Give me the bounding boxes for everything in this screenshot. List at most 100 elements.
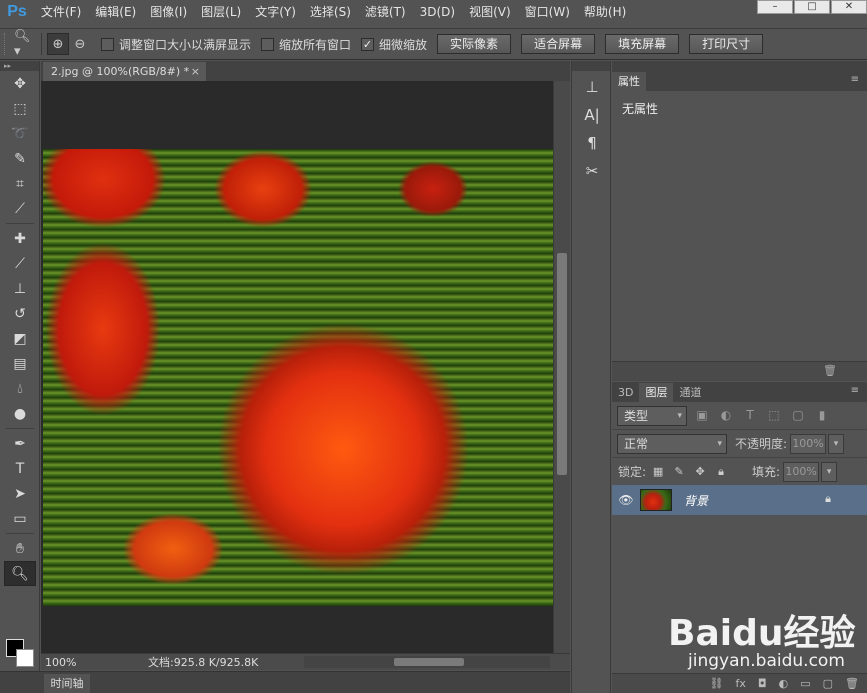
print-size-button[interactable]: 打印尺寸 (689, 34, 764, 54)
eyedropper-tool-icon[interactable]: ⟋ (4, 196, 36, 221)
gradient-tool-icon[interactable]: ▤ (4, 351, 36, 376)
minimize-button[interactable]: – (757, 0, 793, 14)
zoom-tool-preset-icon[interactable]: 🔍︎▾ (14, 29, 36, 59)
brush-tool-icon[interactable]: ⟋ (4, 251, 36, 276)
paragraph-panel-icon[interactable]: ¶ (577, 131, 607, 155)
color-swatches[interactable] (6, 635, 36, 669)
move-tool-icon[interactable]: ✥ (4, 71, 36, 96)
zoom-in-icon[interactable]: ⊕ (47, 33, 69, 55)
zoom-out-icon[interactable]: ⊖ (69, 33, 91, 55)
new-group-icon[interactable]: ▭ (800, 677, 810, 690)
menu-help[interactable]: 帮助(H) (577, 0, 633, 24)
history-brush-icon[interactable]: ↺ (4, 301, 36, 326)
fit-screen-button[interactable]: 适合屏幕 (521, 34, 596, 54)
menu-layer[interactable]: 图层(L) (194, 0, 248, 24)
type-filter-icon[interactable]: T (741, 408, 759, 424)
shape-filter-icon[interactable]: ⬚ (765, 408, 783, 424)
maximize-button[interactable]: □ (794, 0, 830, 14)
delete-layer-icon[interactable]: 🗑︎ (845, 677, 859, 690)
eraser-tool-icon[interactable]: ◩ (4, 326, 36, 351)
panel-collapse-icon[interactable] (572, 61, 610, 71)
lock-position-icon[interactable]: ✥ (691, 465, 709, 478)
checkbox-checked[interactable]: ✓ (361, 37, 375, 51)
close-button[interactable]: ✕ (831, 0, 867, 14)
filter-kind-dropdown[interactable]: 类型 ▾ (617, 405, 687, 426)
menu-edit[interactable]: 编辑(E) (88, 0, 143, 24)
clone-source-icon[interactable]: ⊥ (577, 75, 607, 99)
visibility-eye-icon[interactable]: 👁︎ (612, 493, 640, 507)
new-layer-icon[interactable]: ▢ (823, 677, 833, 690)
timeline-tab[interactable]: 时间轴 (44, 674, 90, 693)
type-tool-icon[interactable]: T (4, 456, 36, 481)
layer-mask-icon[interactable]: ◘ (758, 677, 767, 690)
document-tab-title: 2.jpg @ 100%(RGB/8#) * (51, 65, 190, 78)
actual-pixels-button[interactable]: 实际像素 (437, 34, 512, 54)
menu-filter[interactable]: 滤镜(T) (358, 0, 413, 24)
opacity-dropdown-icon[interactable]: ▾ (828, 433, 845, 454)
menu-3d[interactable]: 3D(D) (413, 0, 462, 24)
smart-object-filter-icon[interactable]: ▢ (789, 408, 807, 424)
vertical-scrollbar[interactable] (553, 81, 570, 653)
resize-windows-checkbox[interactable]: 调整窗口大小以满屏显示 (101, 36, 251, 53)
fill-dropdown-icon[interactable]: ▾ (821, 461, 838, 482)
vertical-scroll-thumb[interactable] (557, 253, 567, 475)
checkbox-box[interactable] (101, 37, 114, 51)
menu-select[interactable]: 选择(S) (303, 0, 358, 24)
zoom-level[interactable]: 100% (41, 656, 93, 669)
tab-properties[interactable]: 属性 (612, 72, 646, 91)
document-tab[interactable]: 2.jpg @ 100%(RGB/8#) * × (43, 62, 206, 81)
hand-tool-icon[interactable]: ✋︎ (4, 536, 36, 561)
background-color-swatch[interactable] (16, 649, 34, 667)
tab-layers[interactable]: 图层 (639, 383, 674, 402)
tab-channels[interactable]: 通道 (673, 383, 707, 402)
panel-collapse-icon[interactable]: ▸▸ (0, 61, 39, 71)
adjustment-filter-icon[interactable]: ◐ (717, 408, 735, 424)
menu-window[interactable]: 窗口(W) (518, 0, 577, 24)
fill-input[interactable]: 100% (783, 461, 820, 482)
canvas-area[interactable] (41, 81, 553, 653)
lock-all-icon[interactable]: 🔒︎ (712, 465, 730, 479)
adjustment-layer-icon[interactable]: ◐ (779, 677, 789, 690)
path-select-icon[interactable]: ➤ (4, 481, 36, 506)
pen-tool-icon[interactable]: ✒ (4, 431, 36, 456)
tool-presets-icon[interactable]: ✂ (577, 159, 607, 183)
options-grip[interactable] (4, 33, 10, 55)
lasso-tool-icon[interactable]: ➰ (4, 121, 36, 146)
menu-image[interactable]: 图像(I) (143, 0, 194, 24)
character-panel-icon[interactable]: A| (577, 103, 607, 127)
pixel-filter-icon[interactable]: ▣ (693, 408, 711, 424)
blend-mode-dropdown[interactable]: 正常 ▾ (617, 433, 727, 454)
blur-tool-icon[interactable]: 💧︎ (4, 376, 36, 401)
delete-icon[interactable]: 🗑︎ (823, 364, 837, 377)
opacity-input[interactable]: 100% (790, 433, 827, 454)
document-image[interactable] (43, 149, 553, 606)
layer-row-background[interactable]: 👁︎ 背景 🔒︎ (612, 485, 867, 515)
clone-stamp-icon[interactable]: ⊥ (4, 276, 36, 301)
panel-menu-icon[interactable]: ≡ (851, 74, 859, 85)
healing-brush-icon[interactable]: ✚ (4, 226, 36, 251)
lock-transparent-icon[interactable]: ▦ (649, 465, 667, 478)
layer-style-icon[interactable]: fx (736, 677, 746, 690)
crop-tool-icon[interactable]: ⌗ (4, 171, 36, 196)
layer-name[interactable]: 背景 (684, 492, 708, 509)
quick-select-tool-icon[interactable]: ✎ (4, 146, 36, 171)
tab-3d[interactable]: 3D (612, 383, 639, 402)
marquee-tool-icon[interactable]: ⬚ (4, 96, 36, 121)
menu-view[interactable]: 视图(V) (462, 0, 518, 24)
lock-image-icon[interactable]: ✎ (670, 465, 688, 478)
dodge-tool-icon[interactable]: ● (4, 401, 36, 426)
link-layers-icon[interactable]: ⛓ (710, 677, 724, 690)
menu-type[interactable]: 文字(Y) (248, 0, 303, 24)
zoom-all-checkbox[interactable]: 缩放所有窗口 (261, 36, 351, 53)
horizontal-scroll-thumb[interactable] (394, 658, 464, 666)
rectangle-tool-icon[interactable]: ▭ (4, 506, 36, 531)
horizontal-scrollbar[interactable] (304, 656, 550, 668)
menu-file[interactable]: 文件(F) (34, 0, 88, 24)
filter-toggle-icon[interactable]: ▮ (813, 408, 831, 424)
checkbox-box[interactable] (261, 37, 275, 51)
zoom-tool-icon[interactable]: 🔍︎ (4, 561, 36, 586)
scrubby-zoom-checkbox[interactable]: ✓ 细微缩放 (361, 36, 427, 53)
close-tab-icon[interactable]: × (191, 62, 200, 81)
panel-menu-icon[interactable]: ≡ (851, 385, 859, 396)
fill-screen-button[interactable]: 填充屏幕 (605, 34, 680, 54)
